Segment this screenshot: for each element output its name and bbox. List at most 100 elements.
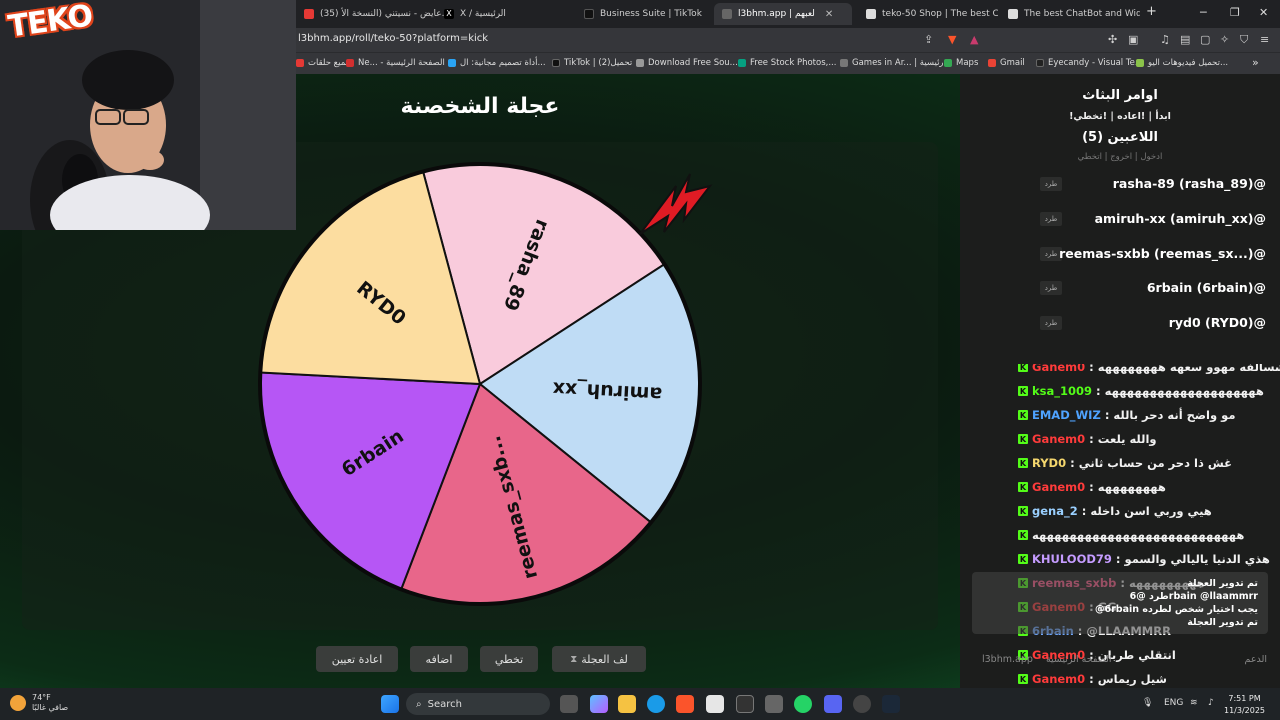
- bookmark-item[interactable]: TikTok | تحميل(2): [552, 58, 632, 68]
- new-tab-button[interactable]: +: [1146, 4, 1157, 19]
- steam-icon[interactable]: [882, 695, 900, 713]
- sidebar-icon[interactable]: ▤: [1180, 33, 1190, 46]
- footer-home-link[interactable]: الصفحة الرئيسية: [1046, 654, 1112, 665]
- wallet-icon[interactable]: ▢: [1200, 33, 1210, 46]
- screenshot-icon[interactable]: ▣: [1128, 33, 1138, 46]
- bookmark-item[interactable]: Ne... - الصفحة الرئيسية: [346, 58, 445, 68]
- wheel-pointer-icon: [639, 173, 713, 235]
- eyecandy-icon: [1036, 59, 1044, 67]
- system-clock[interactable]: 7:51 PM 11/3/2025: [1224, 693, 1265, 717]
- canva-icon: [448, 59, 456, 67]
- kick-logo-icon: K: [1018, 530, 1028, 540]
- skip-button[interactable]: تخطي: [480, 646, 538, 672]
- youtube-icon: [296, 59, 304, 67]
- weather-widget[interactable]: 74°F صافي غالبًا: [10, 693, 68, 713]
- chat-username[interactable]: Ganem0: [1032, 480, 1085, 494]
- bookmark-item[interactable]: Free Stock Photos,...: [738, 58, 836, 68]
- tab-teko-shop[interactable]: teko-50 Shop | The best ChatB...: [858, 3, 998, 25]
- bookmark-item[interactable]: أداة تصميم مجانية: ال...: [448, 58, 546, 68]
- chat-username[interactable]: Ganem0: [1032, 432, 1085, 446]
- discord-icon[interactable]: [824, 695, 842, 713]
- search-icon: ⌕: [416, 698, 422, 710]
- volume-icon[interactable]: ♪: [1208, 698, 1214, 708]
- windows-start-icon[interactable]: [381, 695, 399, 713]
- kick-button[interactable]: طرد: [1040, 316, 1062, 330]
- tiktok-icon: [584, 9, 594, 19]
- chat-username[interactable]: EMAD_WIZ: [1032, 408, 1101, 422]
- reset-button[interactable]: اعادة تعيين: [316, 646, 398, 672]
- player-row: طرد amiruh-xx (amiruh_xx)@: [1040, 209, 1266, 229]
- file-explorer-icon[interactable]: [618, 695, 636, 713]
- wifi-icon[interactable]: ≋: [1190, 698, 1198, 708]
- bookmark-item[interactable]: Gmail: [988, 58, 1025, 68]
- chat-username[interactable]: KHULOOD79: [1032, 552, 1112, 566]
- kick-button[interactable]: طرد: [1040, 281, 1062, 295]
- tab-chatbot[interactable]: The best ChatBot and Widgets ...: [1000, 3, 1140, 25]
- kick-logo-icon: K: [1018, 386, 1028, 396]
- tab-tiktok-business[interactable]: Business Suite | TikTok: [576, 3, 712, 25]
- tab-youtube[interactable]: (35) عايض - نسيتني (النسخة الأ...: [296, 3, 456, 25]
- bookmark-item[interactable]: تحميل فيديوهات اليو...: [1136, 58, 1228, 68]
- weather-temp: 74°F: [32, 693, 51, 702]
- brave-icon[interactable]: [676, 695, 694, 713]
- bookmark-item[interactable]: Eyecandy - Visual Te...: [1036, 58, 1143, 68]
- bookmark-item[interactable]: جميع حلقات: [296, 58, 351, 68]
- restore-icon[interactable]: ❐: [1230, 6, 1240, 19]
- netflix-icon: [346, 59, 354, 67]
- copilot-icon[interactable]: [590, 695, 608, 713]
- chat-username[interactable]: gena_2: [1032, 504, 1078, 518]
- chat-text: : هذي الدنيا ياليالي والسمو: [1115, 552, 1270, 566]
- url-field[interactable]: l3bhm.app/roll/teko-50?platform=kick: [298, 33, 488, 44]
- store-icon[interactable]: [706, 695, 724, 713]
- chat-username[interactable]: Ganem0: [1032, 364, 1085, 374]
- minimize-icon[interactable]: ─: [1200, 6, 1207, 19]
- footer-site-link[interactable]: l3bhm.app: [982, 654, 1033, 665]
- webcam-overlay: TEKO: [0, 0, 296, 230]
- kick-button[interactable]: طرد: [1040, 212, 1062, 226]
- tab-l3bhm[interactable]: l3bhm.app | لعبهم ✕: [714, 3, 852, 25]
- close-tab-icon[interactable]: ✕: [825, 9, 833, 20]
- players-sub: ادخول | اخروج | اتخطي: [1077, 152, 1163, 162]
- music-icon[interactable]: ♫: [1160, 33, 1170, 46]
- leo-ai-icon[interactable]: ✧: [1220, 33, 1229, 46]
- footer-support-link[interactable]: الدعم: [1245, 654, 1268, 665]
- spin-wheel-button[interactable]: ⧗ لف العجلة: [552, 646, 646, 672]
- l3bhm-icon: [722, 9, 732, 19]
- chat-username[interactable]: Ganem0: [1032, 672, 1085, 686]
- brave-rewards-icon[interactable]: ▲: [970, 33, 978, 46]
- app-icon[interactable]: [765, 695, 783, 713]
- chat-text: : مو واضح أنه دحر بالله: [1104, 408, 1236, 422]
- chat-text: : والله يلعت: [1089, 432, 1157, 446]
- chat-username[interactable]: ksa_1009: [1032, 384, 1092, 398]
- add-button[interactable]: اضافه: [410, 646, 468, 672]
- vpn-icon[interactable]: ⛉: [1240, 33, 1248, 47]
- player-row: طرد ryd0 (RYD0)@: [1040, 313, 1266, 333]
- taskbar-search[interactable]: ⌕ Search: [406, 693, 550, 715]
- brave-shield-icon[interactable]: ▼: [948, 33, 956, 46]
- kick-button[interactable]: طرد: [1040, 177, 1062, 191]
- edge-icon[interactable]: [647, 695, 665, 713]
- tab-x[interactable]: X X / الرئيسية: [436, 3, 574, 25]
- kick-logo-icon: K: [1018, 364, 1028, 372]
- notification-overlay: تم تدوير العجلة طرد @6rbain @llaammrr @6…: [972, 572, 1268, 634]
- chatgpt-icon[interactable]: [736, 695, 754, 713]
- microphone-icon[interactable]: 🎙: [1142, 698, 1153, 708]
- menu-icon[interactable]: ≡: [1260, 33, 1269, 46]
- close-window-icon[interactable]: ✕: [1259, 6, 1268, 19]
- gmail-icon: [988, 59, 996, 67]
- chat-message: Kksa_1009: ههههههههههههههههههههه: [1018, 380, 1264, 402]
- bookmark-item[interactable]: Download Free Sou...: [636, 58, 738, 68]
- whatsapp-icon[interactable]: [794, 695, 812, 713]
- chat-username[interactable]: RYD0: [1032, 456, 1066, 470]
- player-name: reemas-sxbb (reemas_sx...)@: [1059, 246, 1266, 261]
- more-bookmarks-button[interactable]: »: [1252, 56, 1259, 69]
- bookmark-item[interactable]: Games in Ar... | رئيسية: [840, 58, 944, 68]
- bookmark-item[interactable]: Maps: [944, 58, 978, 68]
- share-icon[interactable]: ⇪: [924, 33, 933, 46]
- obs-icon[interactable]: [853, 695, 871, 713]
- notification-line: @6rbain يجب اختيار شخص لطرده: [1095, 604, 1258, 615]
- kick-logo-icon: K: [1018, 458, 1028, 468]
- task-view-icon[interactable]: [560, 695, 578, 713]
- extensions-icon[interactable]: ✣: [1108, 33, 1117, 46]
- lang-indicator[interactable]: ENG: [1164, 698, 1183, 708]
